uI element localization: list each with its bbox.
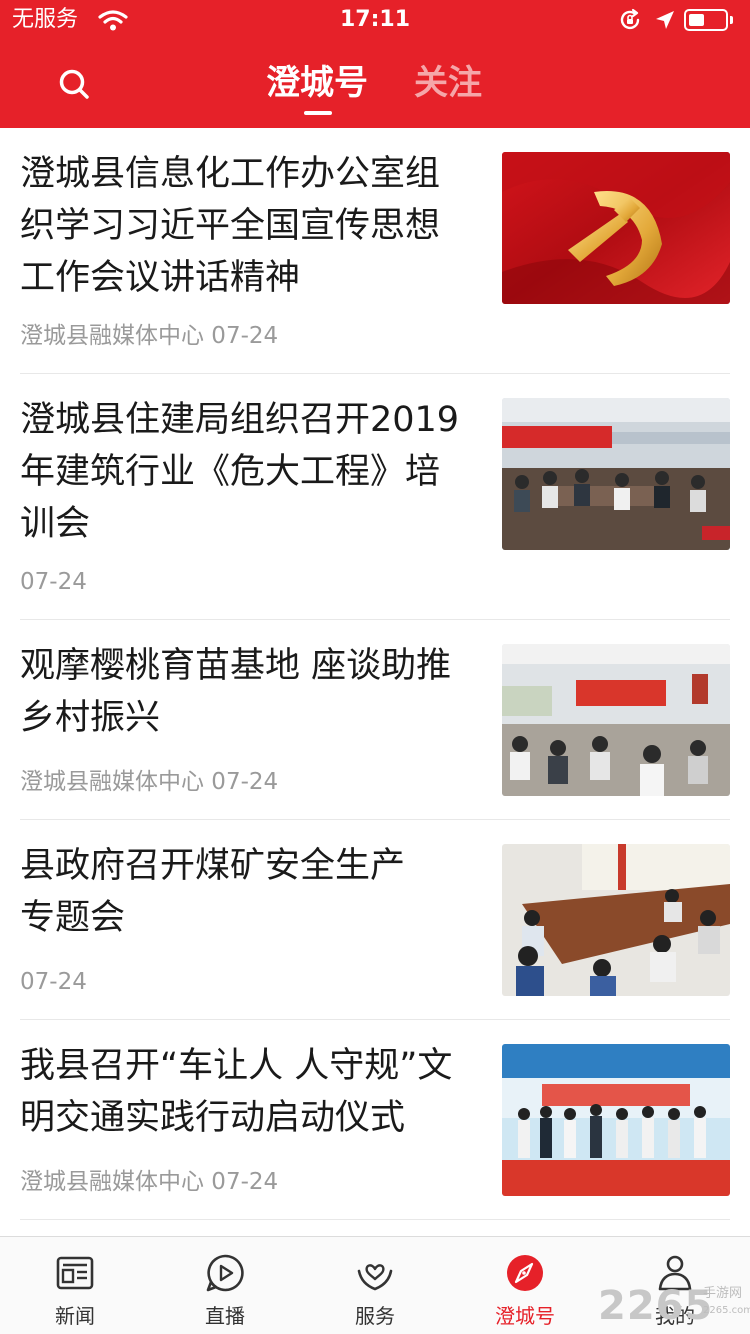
news-thumbnail xyxy=(502,844,730,996)
status-bar: 无服务 17:11 xyxy=(0,0,750,40)
news-title: 我县召开“车让人 人守规”文明交通实践行动启动仪式 xyxy=(20,1046,453,1138)
news-title: 澄城县信息化工作办公室组织学习习近平全国宣传思想工作会议讲话精神 xyxy=(20,154,441,298)
conference-photo xyxy=(502,844,730,996)
news-item[interactable]: 澄城县信息化工作办公室组织学习习近平全国宣传思想工作会议讲话精神 澄城县融媒体中… xyxy=(20,128,730,374)
news-item[interactable]: 县政府召开煤矿安全生产专题会 07-24 xyxy=(20,820,730,1020)
news-meta: 07-24 xyxy=(20,969,87,995)
tab-follow[interactable]: 关注 xyxy=(414,60,482,106)
training-meeting-photo xyxy=(502,398,730,550)
nav-live-label: 直播 xyxy=(205,1304,245,1328)
news-meta: 澄城县融媒体中心 07-24 xyxy=(20,323,279,349)
location-arrow-icon xyxy=(656,11,674,29)
news-meta: 07-24 xyxy=(20,569,87,595)
news-thumbnail xyxy=(502,644,730,796)
battery-level xyxy=(689,14,704,26)
watermark-logo: 2265 xyxy=(598,1283,714,1329)
watermark-url: 2265.com xyxy=(703,1305,750,1316)
nav-service-label: 服务 xyxy=(355,1304,395,1328)
seminar-photo xyxy=(502,644,730,796)
battery-tip xyxy=(730,16,733,24)
news-thumbnail xyxy=(502,1044,730,1196)
service-icon xyxy=(357,1264,393,1291)
search-icon[interactable] xyxy=(52,62,96,106)
news-title: 澄城县住建局组织召开2019年建筑行业《危大工程》培训会 xyxy=(20,400,460,544)
news-thumbnail xyxy=(502,152,730,304)
news-meta: 澄城县融媒体中心 07-24 xyxy=(20,1169,279,1195)
active-tab-indicator xyxy=(304,111,332,115)
nav-news[interactable]: 新闻 xyxy=(0,1237,150,1334)
rotation-lock-icon xyxy=(620,8,640,30)
app-header: 无服务 17:11 澄城号 关注 xyxy=(0,0,750,128)
nav-service[interactable]: 服务 xyxy=(300,1237,450,1334)
news-item[interactable]: 我县召开“车让人 人守规”文明交通实践行动启动仪式 澄城县融媒体中心 07-24 xyxy=(20,1020,730,1220)
news-title: 观摩樱桃育苗基地 座谈助推乡村振兴 xyxy=(20,646,452,738)
news-thumbnail xyxy=(502,398,730,550)
party-emblem-image xyxy=(502,152,730,304)
news-meta: 澄城县融媒体中心 07-24 xyxy=(20,769,279,795)
tab-chengcheng-hao[interactable]: 澄城号 xyxy=(266,60,368,106)
nav-chengcheng-hao-label: 澄城号 xyxy=(495,1304,555,1328)
watermark-sub: 手游网 xyxy=(703,1286,743,1301)
compass-icon xyxy=(507,1255,543,1291)
battery-icon xyxy=(684,9,728,31)
ceremony-photo xyxy=(502,1044,730,1196)
play-icon xyxy=(206,1254,244,1292)
news-title: 县政府召开煤矿安全生产专题会 xyxy=(20,846,406,938)
site-watermark: 2265 手游网 2265.com xyxy=(598,1278,750,1332)
nav-chengcheng-hao[interactable]: 澄城号 xyxy=(450,1237,600,1334)
news-item[interactable]: 观摩樱桃育苗基地 座谈助推乡村振兴 澄城县融媒体中心 07-24 xyxy=(20,620,730,820)
newspaper-icon xyxy=(56,1256,94,1290)
news-item[interactable]: 澄城县住建局组织召开2019年建筑行业《危大工程》培训会 07-24 xyxy=(20,374,730,620)
nav-news-label: 新闻 xyxy=(55,1304,95,1328)
nav-live[interactable]: 直播 xyxy=(150,1237,300,1334)
